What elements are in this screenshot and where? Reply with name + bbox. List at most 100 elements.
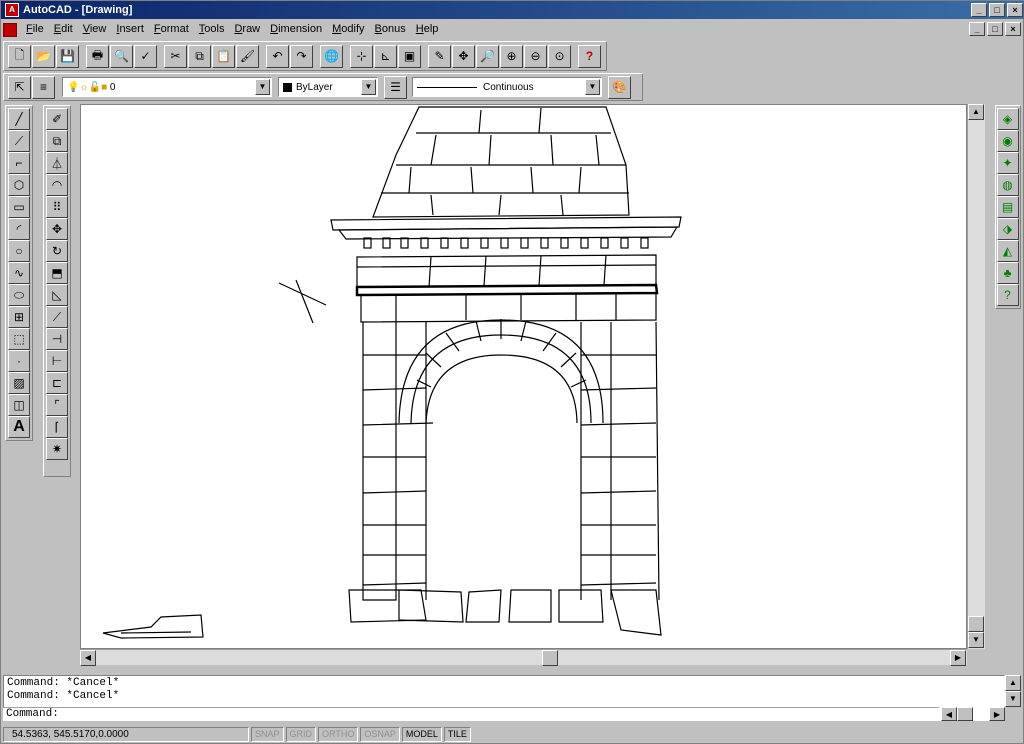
pan-icon[interactable]: ✥ [452, 44, 475, 68]
cut-icon[interactable]: ✂ [164, 44, 187, 68]
doc-restore-button[interactable]: □ [987, 22, 1003, 36]
color-select[interactable]: ByLayer ▼ [278, 77, 378, 97]
menu-tools[interactable]: Tools [194, 21, 230, 38]
arc-icon[interactable]: ◜ [8, 218, 30, 240]
paste-icon[interactable]: 📋 [212, 44, 235, 68]
layers-icon[interactable]: ≡ [32, 75, 55, 99]
fillet-icon[interactable]: ⌈ [46, 416, 68, 438]
render-icon[interactable]: ◈ [996, 108, 1019, 130]
undo-icon[interactable]: ↶ [266, 44, 289, 68]
spline-icon[interactable]: ∿ [8, 262, 30, 284]
hscroll-thumb[interactable] [542, 650, 558, 666]
menu-format[interactable]: Format [149, 21, 194, 38]
menu-view[interactable]: View [78, 21, 112, 38]
menu-help[interactable]: Help [411, 21, 444, 38]
construction-line-icon[interactable]: ⟋ [8, 130, 30, 152]
menu-insert[interactable]: Insert [111, 21, 149, 38]
chamfer-icon[interactable]: ⌜ [46, 394, 68, 416]
mapping-icon[interactable]: ⬗ [996, 218, 1019, 240]
print-icon[interactable]: 🖶 [86, 44, 109, 68]
polygon-icon[interactable]: ⬡ [8, 174, 30, 196]
zoom-extents-icon[interactable]: ⊙ [548, 44, 571, 68]
extend-icon[interactable]: ⊢ [46, 350, 68, 372]
help-icon[interactable]: ? [578, 44, 601, 68]
tile-toggle[interactable]: TILE [443, 726, 471, 742]
close-button[interactable]: × [1007, 3, 1023, 17]
scroll-down-icon[interactable]: ▼ [1005, 691, 1021, 707]
model-toggle[interactable]: MODEL [401, 726, 442, 742]
zoom-window-icon[interactable]: ⊕ [500, 44, 523, 68]
insert-block-icon[interactable]: ⊞ [8, 306, 30, 328]
new-file-icon[interactable]: 🗋 [8, 44, 31, 68]
chevron-down-icon[interactable]: ▼ [361, 79, 376, 95]
scroll-left-icon[interactable]: ◀ [80, 650, 96, 666]
array-icon[interactable]: ⠿ [46, 196, 68, 218]
menu-draw[interactable]: Draw [229, 21, 265, 38]
menu-modify[interactable]: Modify [327, 21, 369, 38]
zoom-previous-icon[interactable]: ⊖ [524, 44, 547, 68]
match-properties-icon[interactable]: 🖌 [236, 44, 259, 68]
copy-icon[interactable]: ⧉ [188, 44, 211, 68]
copy-object-icon[interactable]: ⧉ [46, 130, 68, 152]
scroll-down-icon[interactable]: ▼ [968, 632, 984, 648]
background-icon[interactable]: ◭ [996, 240, 1019, 262]
break-icon[interactable]: ⊏ [46, 372, 68, 394]
chevron-down-icon[interactable]: ▼ [255, 79, 270, 95]
print-preview-icon[interactable]: 🔍 [110, 44, 133, 68]
rectangle-icon[interactable]: ▭ [8, 196, 30, 218]
materials-icon[interactable]: ◍ [996, 174, 1019, 196]
ucs-icon[interactable]: ⊾ [374, 44, 397, 68]
polyline-icon[interactable]: ⌐ [8, 152, 30, 174]
osnap-toggle[interactable]: OSNAP [360, 726, 400, 742]
make-layer-current-icon[interactable]: ⇱ [8, 75, 31, 99]
save-icon[interactable]: 💾 [56, 44, 79, 68]
offset-icon[interactable]: ◠ [46, 174, 68, 196]
rotate-icon[interactable]: ↻ [46, 240, 68, 262]
layer-select[interactable]: 💡☼🔓■ 0 ▼ [62, 77, 272, 97]
snap-toggle[interactable]: SNAP [251, 726, 284, 742]
scroll-up-icon[interactable]: ▲ [968, 104, 984, 120]
scroll-right-icon[interactable]: ▶ [950, 650, 966, 666]
scroll-thumb[interactable] [968, 616, 984, 632]
doc-minimize-button[interactable]: _ [969, 22, 985, 36]
linetype-select[interactable]: Continuous ▼ [412, 77, 602, 97]
line-icon[interactable]: ╱ [8, 108, 30, 130]
document-icon[interactable] [3, 22, 17, 37]
materials-library-icon[interactable]: ▤ [996, 196, 1019, 218]
scale-icon[interactable]: ⬒ [46, 262, 68, 284]
menu-bonus[interactable]: Bonus [370, 21, 411, 38]
multiline-text-icon[interactable]: A [8, 416, 30, 438]
scroll-right-icon[interactable]: ▶ [989, 707, 1005, 721]
make-block-icon[interactable]: ⬚ [8, 328, 30, 350]
vertical-scrollbar[interactable]: ▲ ▼ [967, 104, 985, 649]
horizontal-scrollbar[interactable]: ◀ ▶ [80, 649, 967, 666]
ellipse-icon[interactable]: ⬭ [8, 284, 30, 306]
stretch-icon[interactable]: ◺ [46, 284, 68, 306]
command-scrollbar[interactable]: ▲ ▼ [1005, 675, 1021, 707]
ortho-toggle[interactable]: ORTHO [318, 726, 359, 742]
erase-icon[interactable]: ✐ [46, 108, 68, 130]
hatch-icon[interactable]: ▨ [8, 372, 30, 394]
scroll-thumb[interactable] [957, 707, 973, 721]
web-icon[interactable]: 🌐 [320, 44, 343, 68]
scene-icon[interactable]: ◉ [996, 130, 1019, 152]
zoom-realtime-icon[interactable]: 🔎 [476, 44, 499, 68]
menu-dimension[interactable]: Dimension [265, 21, 327, 38]
menu-edit[interactable]: Edit [49, 21, 78, 38]
region-icon[interactable]: ◫ [8, 394, 30, 416]
named-views-icon[interactable]: ▣ [398, 44, 421, 68]
snap-from-icon[interactable]: ⊹ [350, 44, 373, 68]
coordinate-readout[interactable]: 54.5363, 545.5170,0.0000 [3, 726, 249, 742]
properties-icon[interactable]: ✎ [428, 44, 451, 68]
minimize-button[interactable]: _ [971, 3, 987, 17]
open-file-icon[interactable]: 📂 [32, 44, 55, 68]
doc-close-button[interactable]: × [1005, 22, 1021, 36]
maximize-button[interactable]: □ [989, 3, 1005, 17]
chevron-down-icon[interactable]: ▼ [585, 79, 600, 95]
trim-icon[interactable]: ⊣ [46, 328, 68, 350]
circle-icon[interactable]: ○ [8, 240, 30, 262]
drawing-canvas[interactable] [80, 104, 967, 649]
redo-icon[interactable]: ↷ [290, 44, 313, 68]
spell-check-icon[interactable]: ✓ [134, 44, 157, 68]
grid-toggle[interactable]: GRID [285, 726, 317, 742]
